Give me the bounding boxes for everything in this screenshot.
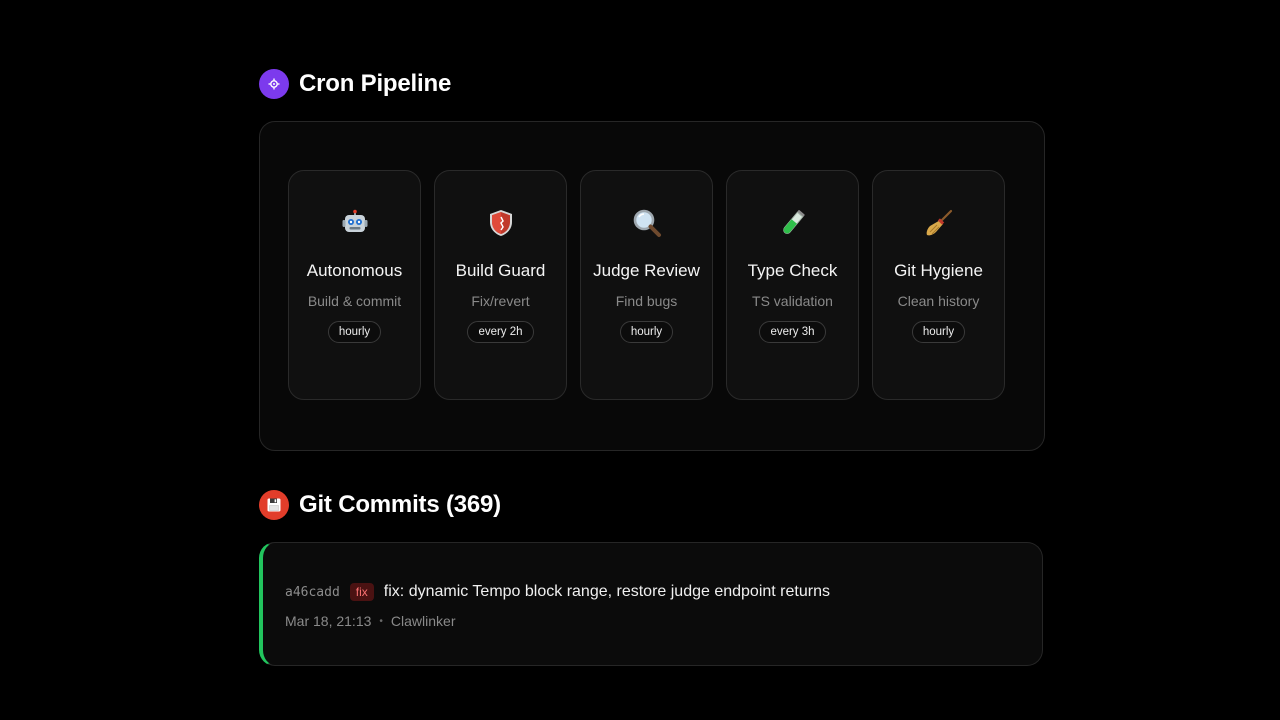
cron-job-card-build-guard[interactable]: Build Guard Fix/revert every 2h bbox=[434, 170, 567, 400]
cron-job-card-type-check[interactable]: Type Check TS validation every 3h bbox=[726, 170, 859, 400]
commit-summary: a46cadd fix fix: dynamic Tempo block ran… bbox=[285, 583, 830, 601]
cron-job-description: Clean history bbox=[897, 293, 980, 309]
cron-job-description: Find bugs bbox=[615, 293, 678, 309]
cron-job-schedule-badge: every 2h bbox=[467, 321, 534, 343]
robot-icon bbox=[339, 207, 371, 239]
commit-item[interactable]: a46cadd fix fix: dynamic Tempo block ran… bbox=[259, 542, 1043, 666]
cron-job-name: Build Guard bbox=[455, 261, 546, 280]
gear-icon bbox=[259, 69, 289, 99]
meta-separator: • bbox=[379, 615, 383, 627]
cron-job-description: Fix/revert bbox=[471, 293, 530, 309]
cron-job-list: Autonomous Build & commit hourly Build G… bbox=[288, 170, 1005, 400]
cron-job-name: Type Check bbox=[747, 261, 838, 280]
cron-job-schedule-badge: hourly bbox=[327, 321, 382, 343]
cron-job-card-autonomous[interactable]: Autonomous Build & commit hourly bbox=[288, 170, 421, 400]
cron-job-name: Judge Review bbox=[593, 261, 700, 280]
cron-job-description: Build & commit bbox=[307, 293, 402, 309]
commit-author: Clawlinker bbox=[390, 613, 456, 629]
cron-job-schedule-badge: every 3h bbox=[759, 321, 826, 343]
cron-pipeline-panel: Autonomous Build & commit hourly Build G… bbox=[259, 121, 1045, 451]
cron-job-card-judge-review[interactable]: Judge Review Find bugs hourly bbox=[580, 170, 713, 400]
dashboard-main: Cron Pipeline Autonomous Build & commit … bbox=[259, 0, 1045, 720]
cron-job-schedule-badge: hourly bbox=[619, 321, 674, 343]
magnifier-icon bbox=[631, 207, 663, 239]
commit-meta: Mar 18, 21:13 • Clawlinker bbox=[285, 613, 455, 629]
commit-type-badge: fix bbox=[349, 583, 374, 601]
cron-pipeline-header: Cron Pipeline bbox=[259, 69, 451, 99]
git-commits-title: Git Commits (369) bbox=[299, 491, 501, 518]
floppy-disk-icon bbox=[259, 490, 289, 520]
git-commits-header: Git Commits (369) bbox=[259, 490, 501, 520]
cron-job-name: Autonomous bbox=[306, 261, 403, 280]
commit-message: fix: dynamic Tempo block range, restore … bbox=[383, 583, 830, 600]
commit-date: Mar 18, 21:13 bbox=[285, 613, 372, 629]
commit-hash[interactable]: a46cadd bbox=[285, 585, 340, 600]
cron-job-name: Git Hygiene bbox=[894, 261, 983, 280]
broom-icon bbox=[923, 207, 955, 239]
cron-job-description: TS validation bbox=[752, 293, 833, 309]
cron-job-schedule-badge: hourly bbox=[911, 321, 966, 343]
test-tube-icon bbox=[777, 207, 809, 239]
cron-job-card-git-hygiene[interactable]: Git Hygiene Clean history hourly bbox=[872, 170, 1005, 400]
cron-pipeline-title: Cron Pipeline bbox=[299, 70, 452, 97]
shield-icon bbox=[485, 207, 517, 239]
